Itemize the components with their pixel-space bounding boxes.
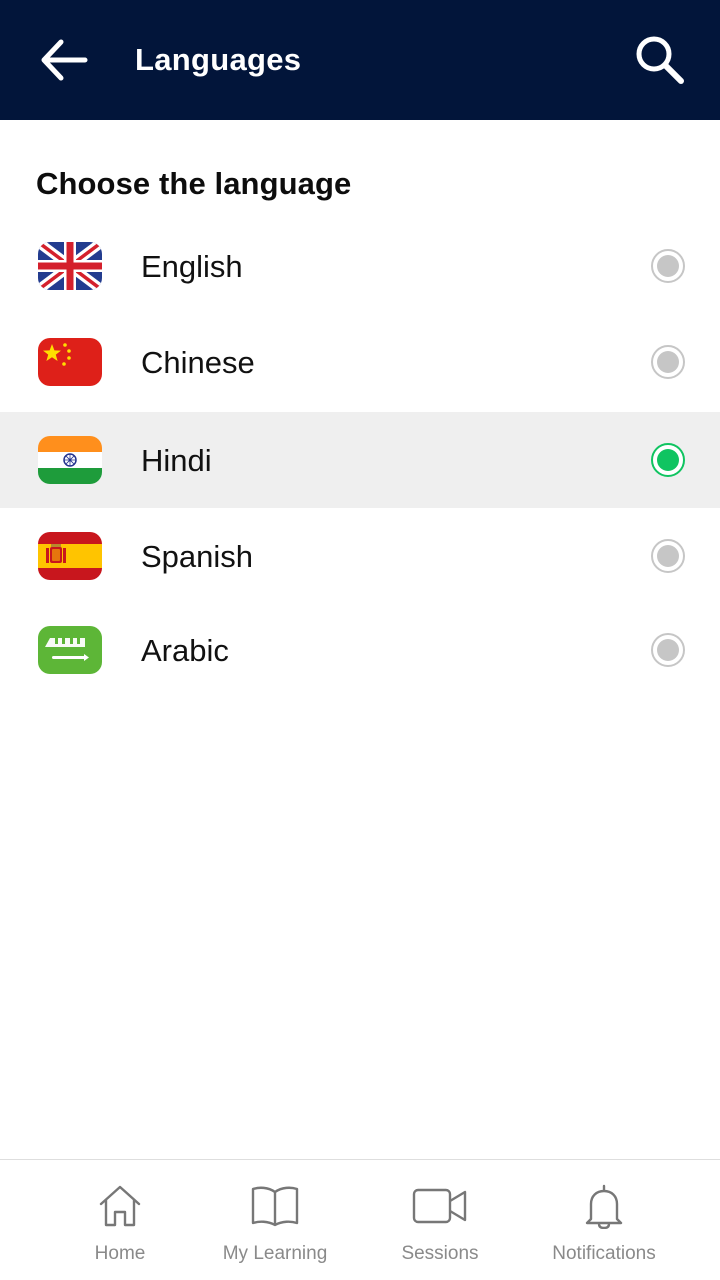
- nav-item-my-learning[interactable]: My Learning: [205, 1160, 345, 1280]
- india-flag-icon: [38, 436, 102, 484]
- radio-button[interactable]: [651, 633, 685, 667]
- section-heading: Choose the language: [36, 166, 352, 201]
- nav-label: Home: [94, 1243, 146, 1264]
- language-option-english[interactable]: English: [0, 218, 720, 314]
- radio-button[interactable]: [651, 249, 685, 283]
- app-bar: Languages: [0, 0, 720, 120]
- radio-button-selected[interactable]: [651, 443, 685, 477]
- book-icon: [250, 1184, 300, 1233]
- page-title: Languages: [135, 42, 302, 77]
- language-option-spanish[interactable]: Spanish: [0, 508, 720, 604]
- radio-button[interactable]: [651, 345, 685, 379]
- arrow-left-icon: [34, 36, 90, 89]
- language-label: English: [141, 249, 243, 284]
- video-camera-icon: [412, 1186, 468, 1231]
- language-option-arabic[interactable]: Arabic: [0, 602, 720, 698]
- search-icon: [633, 33, 687, 92]
- spain-flag-icon: [38, 532, 102, 580]
- uk-flag-icon: [38, 242, 102, 290]
- home-icon: [97, 1183, 143, 1234]
- language-label: Chinese: [141, 345, 255, 380]
- nav-item-sessions[interactable]: Sessions: [385, 1160, 495, 1280]
- language-label: Arabic: [141, 633, 229, 668]
- nav-label: Notifications: [552, 1243, 656, 1264]
- china-flag-icon: [38, 338, 102, 386]
- language-label: Hindi: [141, 443, 212, 478]
- back-button[interactable]: [28, 30, 96, 94]
- nav-item-notifications[interactable]: Notifications: [539, 1160, 669, 1280]
- nav-label: My Learning: [222, 1243, 328, 1264]
- bell-icon: [583, 1183, 625, 1234]
- bottom-nav: Home My Learning Sessions Notifications: [0, 1159, 720, 1280]
- nav-item-home[interactable]: Home: [70, 1160, 170, 1280]
- language-label: Spanish: [141, 539, 254, 574]
- language-option-chinese[interactable]: Chinese: [0, 314, 720, 410]
- search-button[interactable]: [624, 26, 696, 98]
- nav-label: Sessions: [401, 1243, 479, 1264]
- saudi-arabia-flag-icon: [38, 626, 102, 674]
- radio-button[interactable]: [651, 539, 685, 573]
- language-option-hindi[interactable]: Hindi: [0, 412, 720, 508]
